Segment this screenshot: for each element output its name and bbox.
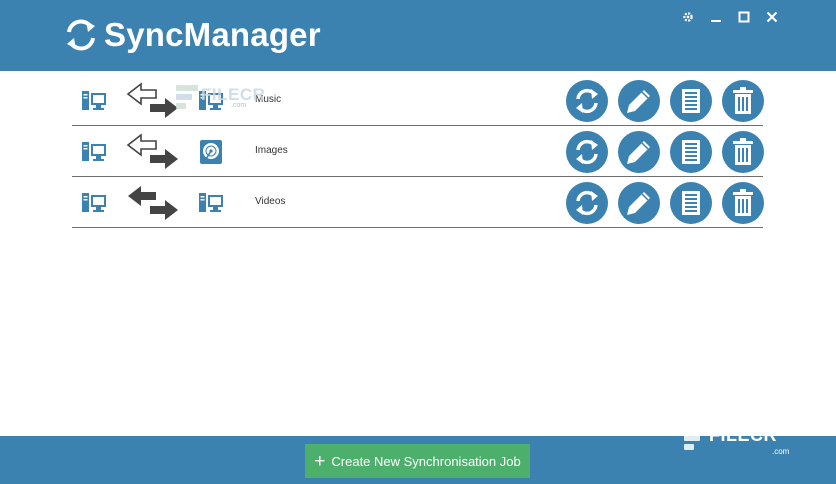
maximize-button[interactable] bbox=[736, 8, 752, 26]
app-logo: SyncManager bbox=[64, 18, 321, 52]
sync-button[interactable] bbox=[566, 131, 608, 173]
job-name: Images bbox=[255, 145, 288, 156]
computer-icon bbox=[82, 193, 106, 212]
delete-button[interactable] bbox=[722, 80, 764, 122]
job-row[interactable]: Videos bbox=[72, 177, 764, 228]
sync-logo-icon bbox=[67, 19, 95, 51]
hard-drive-icon bbox=[200, 140, 222, 164]
log-button[interactable] bbox=[670, 80, 712, 122]
sync-icon bbox=[576, 190, 598, 216]
direction-both-outline-icon bbox=[126, 133, 178, 169]
job-actions bbox=[566, 80, 764, 122]
create-job-button[interactable]: + Create New Synchronisation Job bbox=[305, 444, 530, 478]
edit-icon bbox=[627, 192, 650, 215]
close-icon bbox=[766, 11, 778, 23]
job-actions bbox=[566, 182, 764, 224]
log-button[interactable] bbox=[670, 131, 712, 173]
delete-icon bbox=[733, 138, 753, 165]
footer-watermark-brand: FILECR bbox=[709, 425, 777, 445]
footer-watermark-sub: .com bbox=[772, 447, 790, 456]
title-bar: SyncManager bbox=[0, 0, 836, 71]
watermark-logo-icon bbox=[684, 424, 706, 452]
sync-icon bbox=[576, 88, 598, 114]
edit-icon bbox=[627, 141, 650, 164]
log-icon bbox=[682, 191, 700, 215]
minimize-icon bbox=[711, 20, 721, 22]
minimize-button[interactable] bbox=[708, 8, 724, 26]
edit-button[interactable] bbox=[618, 80, 660, 122]
job-row[interactable]: Images bbox=[72, 126, 764, 177]
delete-button[interactable] bbox=[722, 131, 764, 173]
plus-icon: + bbox=[314, 450, 326, 472]
close-button[interactable] bbox=[764, 8, 780, 26]
log-icon bbox=[682, 140, 700, 164]
footer-watermark: FILECR .com bbox=[684, 424, 789, 456]
job-name: Videos bbox=[255, 196, 286, 207]
app-title: SyncManager bbox=[104, 16, 321, 53]
sync-button[interactable] bbox=[566, 182, 608, 224]
log-button[interactable] bbox=[670, 182, 712, 224]
direction-both-solid-icon bbox=[128, 186, 178, 220]
computer-icon bbox=[199, 193, 223, 212]
computer-icon bbox=[82, 142, 106, 161]
sync-button[interactable] bbox=[566, 80, 608, 122]
watermark: FILECR .com bbox=[176, 83, 265, 111]
computer-icon bbox=[82, 91, 106, 110]
settings-button[interactable] bbox=[680, 8, 696, 26]
edit-icon bbox=[627, 90, 650, 113]
job-actions bbox=[566, 131, 764, 173]
edit-button[interactable] bbox=[618, 131, 660, 173]
watermark-logo-icon bbox=[176, 83, 198, 111]
log-icon bbox=[682, 89, 700, 113]
delete-button[interactable] bbox=[722, 182, 764, 224]
maximize-icon bbox=[738, 11, 750, 23]
sync-icon bbox=[576, 139, 598, 165]
window-controls bbox=[680, 8, 780, 26]
direction-left-outline-right-solid-icon bbox=[126, 82, 178, 118]
create-job-label: Create New Synchronisation Job bbox=[331, 453, 521, 469]
edit-button[interactable] bbox=[618, 182, 660, 224]
delete-icon bbox=[733, 87, 753, 114]
watermark-brand: FILECR bbox=[201, 84, 266, 104]
gear-icon bbox=[683, 12, 693, 22]
delete-icon bbox=[733, 189, 753, 216]
